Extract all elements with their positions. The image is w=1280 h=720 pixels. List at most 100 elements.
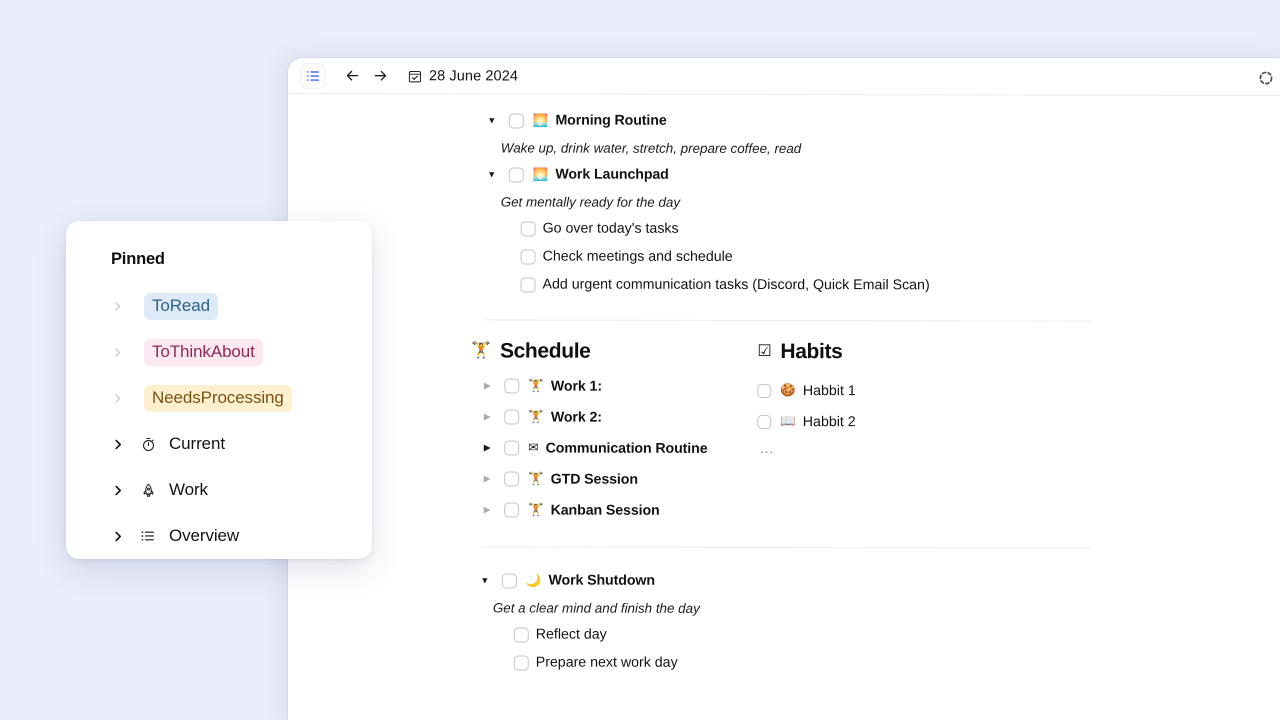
- dumbbell-icon: 🏋: [528, 473, 544, 486]
- subtask-row[interactable]: Prepare next work day: [288, 648, 1280, 678]
- task-title: Morning Routine: [555, 113, 666, 129]
- disclosure-triangle-icon[interactable]: ▼: [477, 576, 493, 585]
- disclosure-triangle-icon[interactable]: ▶: [479, 412, 495, 421]
- task-row[interactable]: ▼ 🌅 Work Launchpad: [288, 160, 1280, 190]
- section-divider: [483, 319, 1091, 321]
- calendar-check-icon: [408, 69, 422, 83]
- section-divider: [483, 546, 1091, 548]
- task-description: Get a clear mind and finish the day: [288, 594, 1280, 622]
- habit-label: Habbit 2: [803, 414, 856, 430]
- schedule-item-label: Kanban Session: [551, 502, 660, 518]
- rocket-icon: [137, 483, 159, 498]
- crescent-moon-icon: 🌙: [526, 574, 542, 587]
- dumbbell-icon: 🏋: [471, 343, 491, 359]
- schedule-item-label: GTD Session: [551, 471, 638, 487]
- sidebar-item-label: Work: [169, 480, 208, 500]
- dumbbell-icon: 🏋: [528, 380, 544, 393]
- envelope-icon: ✉: [528, 442, 539, 455]
- subtask-label: Reflect day: [536, 627, 607, 643]
- list-view-icon[interactable]: [300, 63, 326, 89]
- toolbar: 28 June 2024: [288, 58, 1280, 96]
- date-label: 28 June 2024: [429, 68, 518, 84]
- task-checkbox[interactable]: [521, 221, 536, 236]
- schedule-heading-label: Schedule: [500, 339, 591, 363]
- pinned-panel-title: Pinned: [111, 250, 350, 269]
- list-icon: [137, 528, 159, 544]
- subtask-label: Prepare next work day: [536, 655, 678, 671]
- sidebar-item-toread[interactable]: ToRead: [88, 283, 350, 329]
- sidebar-item-current[interactable]: Current: [88, 421, 350, 467]
- arrow-left-icon[interactable]: [340, 64, 364, 88]
- disclosure-triangle-icon[interactable]: ▶: [479, 474, 495, 483]
- two-column-region: 🏋 Schedule ▶ 🏋 Work 1: ▶ 🏋 Work 2: ▶: [288, 339, 1280, 527]
- habit-checkbox[interactable]: [757, 414, 771, 428]
- pinned-tag-label: ToThinkAbout: [144, 339, 263, 366]
- habits-more-ellipsis[interactable]: ...: [757, 441, 1280, 457]
- chevron-right-icon[interactable]: [111, 346, 125, 359]
- task-description: Wake up, drink water, stretch, prepare c…: [288, 134, 1280, 162]
- task-checkbox[interactable]: [504, 378, 519, 393]
- stopwatch-icon: [137, 437, 159, 452]
- habits-column: ☑ Habits 🍪 Habbit 1 📖 Habbit 2 ...: [757, 340, 1280, 527]
- habit-row[interactable]: 🍪 Habbit 1: [757, 375, 1280, 407]
- disclosure-triangle-icon[interactable]: ▶: [479, 443, 495, 452]
- habit-row[interactable]: 📖 Habbit 2: [757, 406, 1280, 438]
- loading-spinner-icon[interactable]: [1258, 70, 1274, 86]
- chevron-right-icon[interactable]: [111, 392, 125, 405]
- habit-checkbox[interactable]: [757, 383, 771, 397]
- task-title: Work Shutdown: [548, 573, 654, 589]
- subtask-row[interactable]: Reflect day: [288, 620, 1280, 650]
- schedule-item-label: Work 1:: [551, 378, 602, 394]
- sunrise-icon: 🌅: [533, 114, 549, 127]
- task-checkbox[interactable]: [509, 167, 524, 182]
- subtask-row[interactable]: Go over today's tasks: [288, 214, 1280, 244]
- chevron-right-icon[interactable]: [111, 300, 125, 313]
- subtask-row[interactable]: Add urgent communication tasks (Discord,…: [288, 270, 1280, 300]
- task-row[interactable]: ▼ 🌙 Work Shutdown: [288, 566, 1280, 596]
- pinned-tag-label: ToRead: [144, 293, 218, 320]
- schedule-item-label: Communication Routine: [546, 440, 708, 456]
- sidebar-item-needsprocessing[interactable]: NeedsProcessing: [88, 375, 350, 421]
- sunrise-icon: 🌅: [533, 168, 549, 181]
- date-breadcrumb[interactable]: 28 June 2024: [408, 68, 518, 84]
- schedule-item-label: Work 2:: [551, 409, 602, 425]
- task-checkbox[interactable]: [509, 113, 524, 128]
- note-document: ▼ 🌅 Morning Routine Wake up, drink water…: [288, 94, 1280, 720]
- task-checkbox[interactable]: [502, 573, 517, 588]
- sidebar-item-work[interactable]: Work: [88, 467, 350, 513]
- pinned-panel: Pinned ToRead ToThinkAbout NeedsProcessi…: [66, 221, 372, 559]
- chevron-right-icon[interactable]: [111, 483, 125, 498]
- subtask-label: Add urgent communication tasks (Discord,…: [543, 277, 930, 294]
- arrow-right-icon[interactable]: [368, 64, 392, 88]
- task-row[interactable]: ▼ 🌅 Morning Routine: [288, 106, 1280, 136]
- subtask-row[interactable]: Check meetings and schedule: [288, 242, 1280, 272]
- chevron-right-icon[interactable]: [111, 529, 125, 544]
- checked-box-icon: ☑: [757, 344, 771, 360]
- disclosure-triangle-icon[interactable]: ▶: [479, 505, 495, 514]
- task-checkbox[interactable]: [504, 409, 519, 424]
- task-checkbox[interactable]: [504, 502, 519, 517]
- task-description: Get mentally ready for the day: [288, 188, 1280, 216]
- task-checkbox[interactable]: [521, 277, 536, 292]
- disclosure-triangle-icon[interactable]: ▶: [479, 381, 495, 390]
- dumbbell-icon: 🏋: [528, 504, 544, 517]
- disclosure-triangle-icon[interactable]: ▼: [484, 116, 500, 125]
- disclosure-triangle-icon[interactable]: ▼: [484, 170, 500, 179]
- sidebar-item-tothinkabout[interactable]: ToThinkAbout: [88, 329, 350, 375]
- habits-heading: ☑ Habits: [757, 340, 1280, 365]
- task-checkbox[interactable]: [521, 249, 536, 264]
- app-window: 28 June 2024 ▼ 🌅 Morning Routine Wake up…: [288, 58, 1280, 720]
- task-checkbox[interactable]: [514, 627, 529, 642]
- task-checkbox[interactable]: [504, 440, 519, 455]
- subtask-label: Go over today's tasks: [543, 221, 679, 237]
- gingerbread-person-icon: 🍪: [780, 384, 796, 397]
- app-content-tilt-wrapper: 28 June 2024 ▼ 🌅 Morning Routine Wake up…: [288, 58, 1280, 720]
- subtask-label: Check meetings and schedule: [543, 249, 733, 265]
- chevron-right-icon[interactable]: [111, 437, 125, 452]
- sidebar-item-overview[interactable]: Overview: [88, 513, 350, 559]
- dumbbell-icon: 🏋: [528, 411, 544, 424]
- task-checkbox[interactable]: [514, 655, 529, 670]
- pinned-tag-label: NeedsProcessing: [144, 385, 292, 412]
- task-checkbox[interactable]: [504, 471, 519, 486]
- task-title: Work Launchpad: [555, 167, 668, 183]
